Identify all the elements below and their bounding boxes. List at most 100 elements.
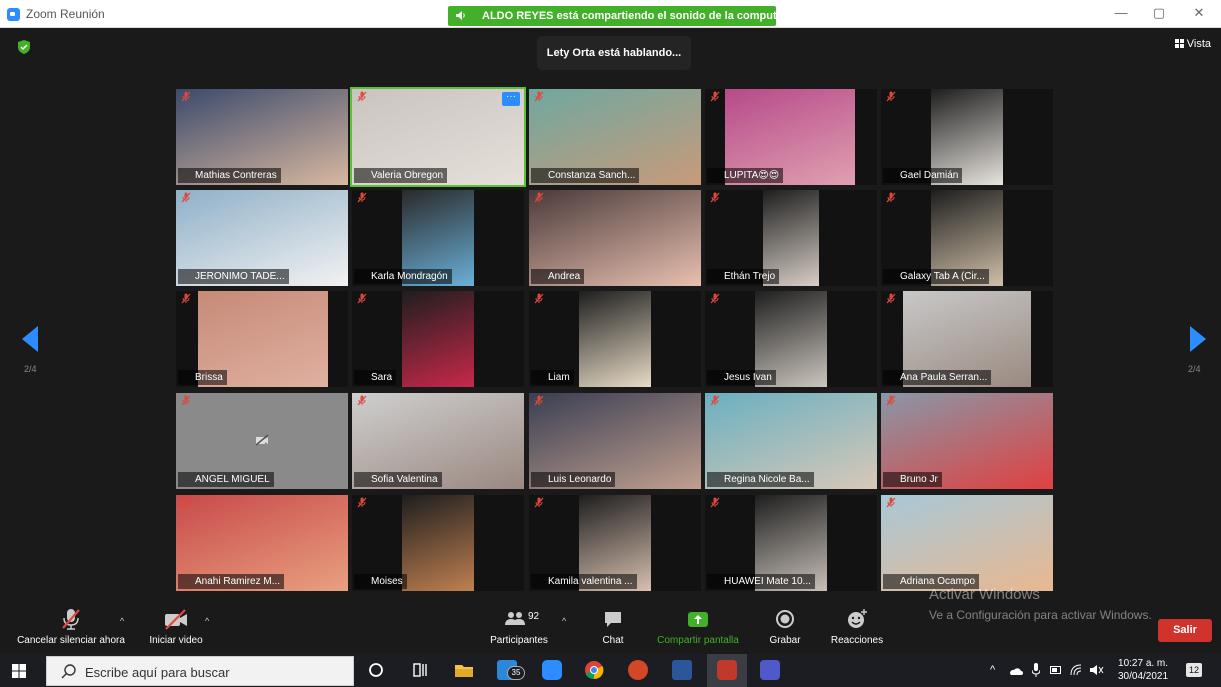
participant-name: Luis Leonardo [531,472,616,487]
participants-icon-wrap: 92 [486,608,552,630]
participant-tile[interactable]: LUPITA😍😍 [705,89,877,185]
muted-mic-icon [710,395,720,406]
share-screen-button[interactable]: Compartir pantalla [652,608,744,646]
participant-tile[interactable]: Galaxy Tab A (Cir... [881,190,1053,286]
participant-name: Constanza Sanch... [531,168,640,183]
search-placeholder: Escribe aquí para buscar [85,665,230,680]
participant-tile[interactable]: Andrea [529,190,701,286]
participant-name: Ethán Trejo [707,269,780,284]
minimize-button[interactable]: — [1106,5,1136,20]
participant-tile[interactable]: Sofia Valentina [352,393,524,489]
participant-name: Jesus Ivan [707,370,776,385]
audio-options-caret-icon[interactable]: ^ [120,616,124,626]
reactions-button[interactable]: Reacciones [827,608,887,646]
leave-meeting-button[interactable]: Salir [1158,619,1212,642]
participant-tile[interactable]: Karla Mondragón [352,190,524,286]
video-off-icon [165,609,187,630]
muted-mic-icon [357,91,367,102]
muted-mic-icon [534,395,544,406]
muted-mic-icon [886,293,896,304]
muted-mic-icon [534,497,544,508]
participant-tile[interactable]: Kamila valentina ... [529,495,701,591]
taskbar-search-box[interactable]: Escribe aquí para buscar [46,656,354,686]
security-shield-icon[interactable] [18,40,30,54]
meeting-view: Lety Orta está hablando... Vista 2/4 2/4… [0,28,1221,606]
chat-button[interactable]: Chat [596,608,630,646]
participant-tile[interactable]: Constanza Sanch... [529,89,701,185]
muted-mic-icon [357,497,367,508]
taskbar-clock[interactable]: 10:27 a. m. 30/04/2021 [1118,657,1168,683]
participant-tile[interactable]: Gael Damián [881,89,1053,185]
search-icon [61,664,76,679]
start-video-button[interactable]: Iniciar video ^ [144,608,209,646]
next-page-arrow-icon[interactable] [1190,326,1206,352]
participant-name: HUAWEI Mate 10... [707,574,815,589]
video-options-caret-icon[interactable]: ^ [205,616,209,626]
participant-tile[interactable]: ANGEL MIGUEL [176,393,348,489]
activate-windows-subtitle: Ve a Configuración para activar Windows. [929,608,1152,622]
participant-tile[interactable]: Bruno Jr [881,393,1053,489]
volume-icon[interactable] [1090,664,1104,676]
muted-mic-icon [886,395,896,406]
participant-tile[interactable]: Ethán Trejo [705,190,877,286]
onedrive-icon[interactable] [1009,666,1023,676]
participant-tile[interactable]: Moises [352,495,524,591]
participant-tile[interactable]: Luis Leonardo [529,393,701,489]
participant-tile[interactable]: Liam [529,291,701,387]
previous-page-arrow-icon[interactable] [22,326,38,352]
participant-name: ANGEL MIGUEL [178,472,274,487]
participants-caret-icon[interactable]: ^ [562,616,566,626]
participant-name: Liam [531,370,574,385]
participant-tile[interactable]: Anahi Ramirez M... [176,495,348,591]
unmute-label: Cancelar silenciar ahora [17,635,125,646]
clock-date: 30/04/2021 [1118,671,1169,682]
participant-video [402,291,474,387]
audio-share-banner[interactable]: ALDO REYES está compartiendo el sonido d… [448,6,807,26]
participant-name: Karla Mondragón [354,269,452,284]
muted-mic-icon [181,395,191,406]
camera-off-icon [255,434,269,446]
zoom-taskbar-icon[interactable] [542,660,562,680]
muted-mic-icon [357,192,367,203]
participant-tile[interactable]: Sara [352,291,524,387]
unmute-button[interactable]: Cancelar silenciar ahora ^ [10,608,132,646]
chat-label: Chat [602,635,624,646]
active-app-icon[interactable] [717,660,737,680]
task-view-icon[interactable] [410,660,430,680]
teams-icon[interactable] [760,660,780,680]
participant-tile[interactable]: Regina Nicole Ba... [705,393,877,489]
view-button[interactable]: Vista [1174,38,1211,50]
participant-tile[interactable]: Jesus Ivan [705,291,877,387]
mail-icon[interactable]: 35 [497,660,525,680]
close-button[interactable]: ✕ [1184,5,1214,21]
share-screen-icon [688,612,708,627]
chrome-icon[interactable] [584,660,604,680]
participant-tile[interactable]: HUAWEI Mate 10... [705,495,877,591]
participant-tile[interactable]: ··· Valeria Obregon [350,87,526,187]
participant-name: Andrea [531,269,585,284]
audio-share-text: ALDO REYES está compartiendo el sonido d… [482,10,807,22]
tray-overflow-chevron-icon[interactable]: ^ [990,664,995,676]
powerpoint-icon[interactable] [628,660,648,680]
muted-mic-icon [886,91,896,102]
microphone-tray-icon[interactable] [1032,663,1040,677]
muted-mic-icon [710,497,720,508]
windows-start-icon[interactable] [12,664,26,678]
participant-tile[interactable]: Adriana Ocampo [881,495,1053,591]
notification-center-icon[interactable]: 12 [1186,663,1202,677]
battery-icon[interactable] [1050,665,1062,675]
record-button[interactable]: Grabar [766,608,804,646]
word-icon[interactable] [672,660,692,680]
participant-name: Regina Nicole Ba... [707,472,814,487]
cortana-icon[interactable] [366,660,386,680]
more-options-icon[interactable]: ··· [502,92,520,106]
participant-tile[interactable]: Brissa [176,291,348,387]
maximize-button[interactable]: ▢ [1144,5,1174,21]
participant-tile[interactable]: Ana Paula Serran... [881,291,1053,387]
participant-tile[interactable]: JERONIMO TADE... [176,190,348,286]
participant-tile[interactable]: Mathias Contreras [176,89,348,185]
participants-button[interactable]: 92 Participantes ^ [486,608,566,646]
muted-mic-icon [710,192,720,203]
wifi-icon[interactable] [1070,664,1082,676]
file-explorer-icon[interactable] [454,660,474,680]
